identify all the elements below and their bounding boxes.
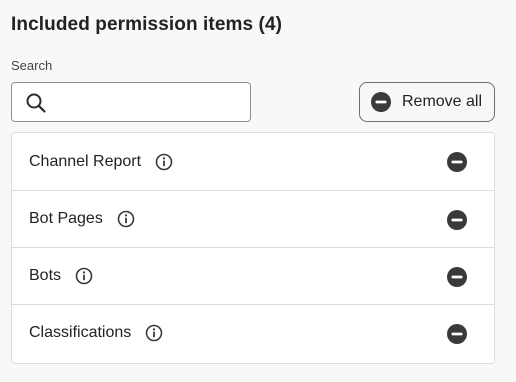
info-icon[interactable] [155,153,173,171]
item-label: Bots [29,267,62,284]
permission-items-panel: Included permission items (4) Search Rem… [0,0,516,382]
list-item: Bot Pages [12,190,494,247]
remove-all-label: Remove all [402,93,483,110]
info-icon[interactable] [75,267,93,285]
info-icon[interactable] [117,210,135,228]
list-item: Bots [12,247,494,304]
remove-item-icon[interactable] [446,151,468,173]
remove-all-button[interactable]: Remove all [359,82,495,122]
remove-item-icon[interactable] [446,209,468,231]
item-label: Bot Pages [29,210,103,227]
item-label: Classifications [29,324,132,341]
remove-item-icon[interactable] [446,323,468,345]
permission-items-list: Channel Report Bot Pages Bots Classifica… [11,132,495,364]
list-item: Channel Report [12,133,494,190]
section-heading: Included permission items (4) [11,14,283,35]
list-item: Classifications [12,304,494,361]
search-icon [26,93,46,113]
info-icon[interactable] [145,324,163,342]
search-label: Search [11,58,53,73]
search-input[interactable] [56,87,242,117]
search-field[interactable] [11,82,251,122]
item-label: Channel Report [29,152,142,170]
remove-circle-icon [371,92,391,112]
remove-item-icon[interactable] [446,266,468,288]
